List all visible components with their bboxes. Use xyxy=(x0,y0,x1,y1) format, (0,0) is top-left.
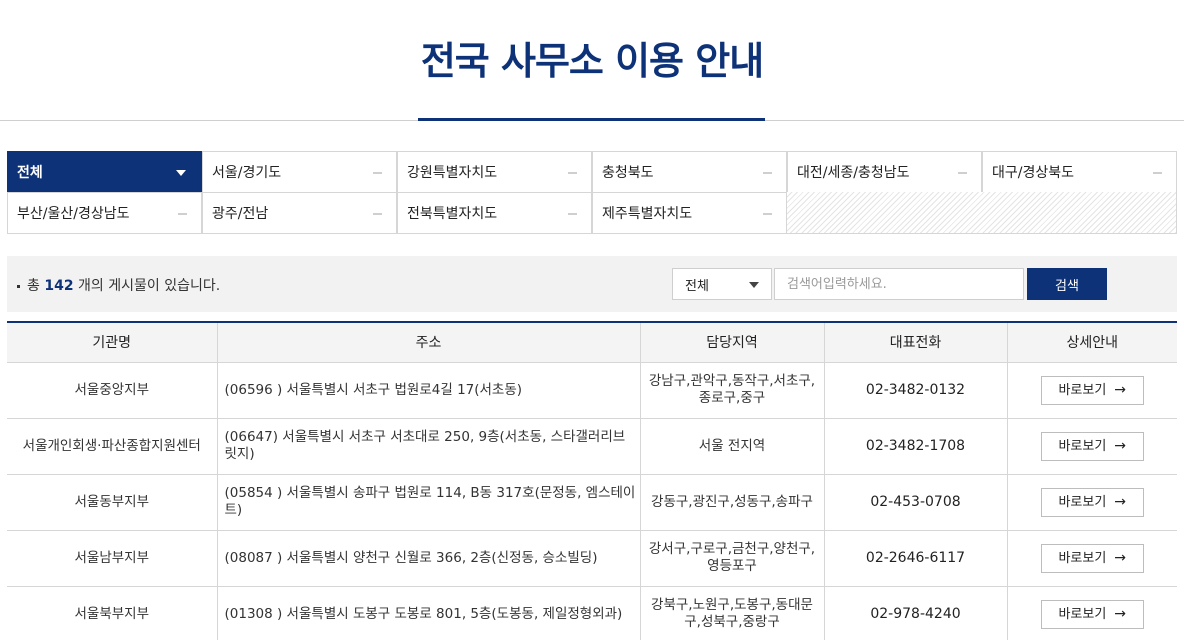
view-button-label: 바로보기 xyxy=(1058,382,1107,398)
office-name: 서울개인회생·파산종합지원센터 xyxy=(7,418,217,475)
tab-label: 대전/세종/충청남도 xyxy=(797,165,910,181)
view-button[interactable]: 바로보기 → xyxy=(1040,431,1144,461)
tab-gwangju-jeonnam[interactable]: 광주/전남 xyxy=(202,192,397,234)
header-phone: 대표전화 xyxy=(823,321,1007,363)
office-address: (05854 ) 서울특별시 송파구 법원로 114, B동 317호(문정동,… xyxy=(216,474,640,531)
tab-label: 제주특별자치도 xyxy=(602,206,693,222)
search-button[interactable]: 검색 xyxy=(1027,268,1107,300)
tab-label: 전체 xyxy=(17,165,43,181)
tab-chungbuk[interactable]: 충청북도 xyxy=(592,151,787,193)
count-number: 142 xyxy=(44,278,74,294)
detail-cell: 바로보기 → xyxy=(1006,474,1177,531)
office-area: 서울 전지역 xyxy=(639,418,824,475)
arrow-right-icon: → xyxy=(1114,381,1127,398)
office-name: 서울남부지부 xyxy=(7,530,217,587)
tab-label: 충청북도 xyxy=(602,165,654,181)
tab-label: 부산/울산/경상남도 xyxy=(17,206,130,222)
view-button[interactable]: 바로보기 → xyxy=(1040,487,1144,517)
table-header-row: 기관명 주소 담당지역 대표전화 상세안내 xyxy=(7,321,1177,363)
office-address: (08087 ) 서울특별시 양천구 신월로 366, 2층(신정동, 승소빌딩… xyxy=(216,530,640,587)
arrow-right-icon: → xyxy=(1114,437,1127,454)
bullet-icon xyxy=(17,284,20,288)
header-address: 주소 xyxy=(216,321,640,363)
office-table: 기관명 주소 담당지역 대표전화 상세안내 서울중앙지부 (06596 ) 서울… xyxy=(7,321,1177,640)
detail-cell: 바로보기 → xyxy=(1006,362,1177,419)
table-row: 서울북부지부 (01308 ) 서울특별시 도봉구 도봉로 801, 5층(도봉… xyxy=(7,586,1177,640)
caret-down-icon xyxy=(176,170,186,176)
office-area: 강서구,구로구,금천구,양천구,영등포구 xyxy=(639,530,824,587)
dash-icon xyxy=(568,172,577,174)
office-name: 서울동부지부 xyxy=(7,474,217,531)
tab-jeonbuk[interactable]: 전북특별자치도 xyxy=(397,192,592,234)
select-value: 전체 xyxy=(685,278,709,294)
tab-gangwon[interactable]: 강원특별자치도 xyxy=(397,151,592,193)
tab-label: 강원특별자치도 xyxy=(407,165,498,181)
dash-icon xyxy=(763,213,772,215)
dash-icon xyxy=(568,213,577,215)
header-detail: 상세안내 xyxy=(1006,321,1177,363)
office-area: 강남구,관악구,동작구,서초구,종로구,중구 xyxy=(639,362,824,419)
office-phone: 02-978-4240 xyxy=(823,586,1007,640)
view-button-label: 바로보기 xyxy=(1058,550,1107,566)
tab-busan-ulsan-gyeongnam[interactable]: 부산/울산/경상남도 xyxy=(7,192,202,234)
count-suffix: 개의 게시물이 있습니다. xyxy=(78,278,221,294)
dash-icon xyxy=(763,172,772,174)
view-button[interactable]: 바로보기 → xyxy=(1040,375,1144,405)
search-bar: 총 142 개의 게시물이 있습니다. 전체 검색 xyxy=(7,256,1177,312)
search-input[interactable] xyxy=(774,268,1024,300)
view-button-label: 바로보기 xyxy=(1058,606,1107,622)
count-prefix: 총 xyxy=(27,278,40,294)
view-button[interactable]: 바로보기 → xyxy=(1040,599,1144,629)
tab-daejeon-sejong-chungnam[interactable]: 대전/세종/충청남도 xyxy=(787,151,982,193)
office-address: (01308 ) 서울특별시 도봉구 도봉로 801, 5층(도봉동, 제일정형… xyxy=(216,586,640,640)
view-button-label: 바로보기 xyxy=(1058,494,1107,510)
table-row: 서울개인회생·파산종합지원센터 (06647) 서울특별시 서초구 서초대로 2… xyxy=(7,418,1177,475)
table-row: 서울남부지부 (08087 ) 서울특별시 양천구 신월로 366, 2층(신정… xyxy=(7,530,1177,587)
office-address: (06596 ) 서울특별시 서초구 법원로4길 17(서초동) xyxy=(216,362,640,419)
office-phone: 02-453-0708 xyxy=(823,474,1007,531)
table-row: 서울중앙지부 (06596 ) 서울특별시 서초구 법원로4길 17(서초동) … xyxy=(7,362,1177,419)
table-row: 서울동부지부 (05854 ) 서울특별시 송파구 법원로 114, B동 31… xyxy=(7,474,1177,531)
office-name: 서울북부지부 xyxy=(7,586,217,640)
office-phone: 02-3482-1708 xyxy=(823,418,1007,475)
office-phone: 02-2646-6117 xyxy=(823,530,1007,587)
detail-cell: 바로보기 → xyxy=(1006,586,1177,640)
tab-jeju[interactable]: 제주특별자치도 xyxy=(592,192,787,234)
tab-seoul-gyeonggi[interactable]: 서울/경기도 xyxy=(202,151,397,193)
office-area: 강동구,광진구,성동구,송파구 xyxy=(639,474,824,531)
arrow-right-icon: → xyxy=(1114,493,1127,510)
caret-down-icon xyxy=(749,282,759,288)
tab-label: 대구/경상북도 xyxy=(992,165,1074,181)
dash-icon xyxy=(958,172,967,174)
search-category-select[interactable]: 전체 xyxy=(672,268,772,300)
detail-cell: 바로보기 → xyxy=(1006,530,1177,587)
post-count: 총 142 개의 게시물이 있습니다. xyxy=(17,275,220,295)
dash-icon xyxy=(1153,172,1162,174)
office-name: 서울중앙지부 xyxy=(7,362,217,419)
header-area: 담당지역 xyxy=(639,321,824,363)
tab-filler-pattern xyxy=(787,192,1177,234)
tab-all[interactable]: 전체 xyxy=(7,151,202,193)
arrow-right-icon: → xyxy=(1114,549,1127,566)
arrow-right-icon: → xyxy=(1114,605,1127,622)
detail-cell: 바로보기 → xyxy=(1006,418,1177,475)
office-phone: 02-3482-0132 xyxy=(823,362,1007,419)
tab-label: 광주/전남 xyxy=(212,206,269,222)
view-button[interactable]: 바로보기 → xyxy=(1040,543,1144,573)
office-address: (06647) 서울특별시 서초구 서초대로 250, 9층(서초동, 스타갤러… xyxy=(216,418,640,475)
office-area: 강북구,노원구,도봉구,동대문구,성북구,중랑구 xyxy=(639,586,824,640)
tab-label: 서울/경기도 xyxy=(212,165,282,181)
tab-label: 전북특별자치도 xyxy=(407,206,498,222)
region-tabs: 전체 서울/경기도 강원특별자치도 충청북도 대전/세종/충청남도 대구/경상북… xyxy=(7,151,1177,234)
header-name: 기관명 xyxy=(7,321,217,363)
view-button-label: 바로보기 xyxy=(1058,438,1107,454)
dash-icon xyxy=(373,213,382,215)
dash-icon xyxy=(373,172,382,174)
dash-icon xyxy=(178,213,187,215)
tab-daegu-gyeongbuk[interactable]: 대구/경상북도 xyxy=(982,151,1177,193)
title-underline xyxy=(418,118,765,121)
page-title: 전국 사무소 이용 안내 xyxy=(420,39,764,83)
